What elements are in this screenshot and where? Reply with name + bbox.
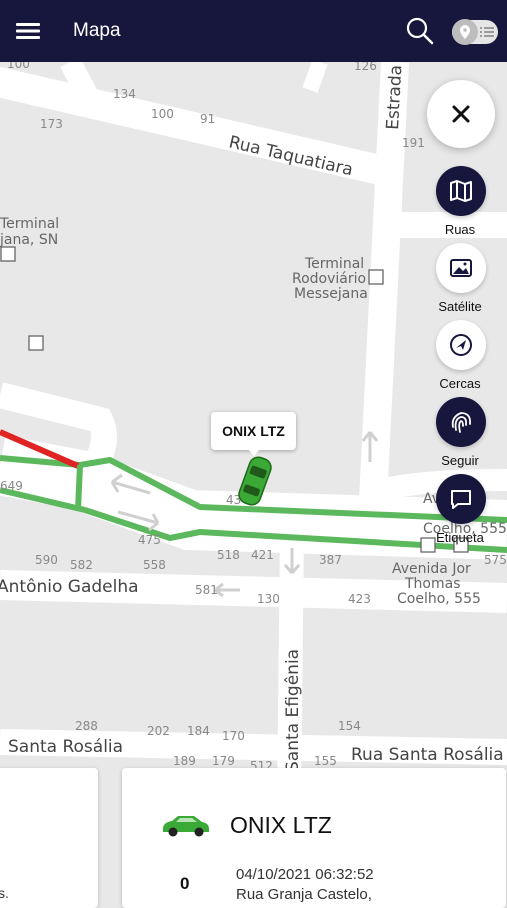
svg-text:126: 126 [354, 62, 377, 73]
image-icon [450, 259, 472, 277]
vehicle-address: Rua Granja Castelo, [236, 886, 372, 903]
callout-tip [248, 449, 260, 456]
svg-text:134: 134 [113, 87, 136, 101]
last-update-timestamp: 04/10/2021 06:32:52 [236, 866, 374, 883]
page-title: Mapa [73, 20, 121, 41]
svg-text:581: 581 [195, 583, 218, 597]
svg-text:173: 173 [40, 117, 63, 131]
street-label: Rua Santa Rosália [351, 745, 504, 765]
street-label: Antônio Gadelha [0, 577, 139, 597]
street-label: Santa Rosália [8, 737, 123, 757]
place-label: Avenida Jor [392, 561, 471, 577]
map-list-toggle[interactable] [452, 19, 498, 45]
place-label: Terminal [304, 256, 364, 272]
svg-text:421: 421 [251, 548, 274, 562]
search-icon[interactable] [404, 15, 436, 47]
svg-text:575: 575 [484, 553, 507, 567]
place-label: jana, SN [0, 232, 58, 248]
vehicle-card-previous[interactable]: s. [0, 768, 98, 908]
svg-text:155: 155 [314, 754, 337, 768]
close-button[interactable] [427, 80, 495, 148]
place-label: Thomas [404, 576, 461, 592]
svg-text:518: 518 [217, 548, 240, 562]
ruas-label: Ruas [444, 222, 476, 237]
cercas-label: Cercas [439, 376, 481, 391]
fingerprint-icon [451, 412, 471, 433]
svg-text:179: 179 [212, 754, 235, 768]
map-icon [450, 180, 472, 202]
streets-map-button[interactable] [436, 166, 486, 216]
svg-text:100: 100 [7, 62, 30, 71]
map-pin-icon [452, 19, 478, 45]
place-label: Rodoviário [292, 271, 366, 287]
etiqueta-label: Etiqueta [436, 530, 484, 545]
geofence-button[interactable] [436, 320, 486, 370]
label-button[interactable] [436, 474, 486, 524]
svg-text:91: 91 [200, 112, 215, 126]
svg-text:475: 475 [138, 533, 161, 547]
svg-text:202: 202 [147, 724, 170, 738]
svg-text:170: 170 [222, 729, 245, 743]
svg-text:184: 184 [187, 724, 210, 738]
svg-text:130: 130 [257, 592, 280, 606]
list-icon [480, 27, 494, 37]
svg-text:590: 590 [35, 553, 58, 567]
svg-text:387: 387 [319, 553, 342, 567]
car-icon [163, 816, 209, 837]
street-label: Estrada [383, 64, 406, 130]
navigation-icon [450, 334, 472, 356]
satelite-label: Satélite [438, 299, 482, 314]
svg-text:649: 649 [0, 479, 23, 493]
svg-text:423: 423 [348, 592, 371, 606]
svg-text:154: 154 [338, 719, 361, 733]
follow-button[interactable] [436, 397, 486, 447]
seguir-label: Seguir [441, 453, 479, 468]
street-label: Santa Efigênia [283, 649, 303, 772]
satellite-button[interactable] [436, 243, 486, 293]
vehicle-name: ONIX LTZ [230, 812, 332, 838]
vehicle-card[interactable]: ONIX LTZ 0 04/10/2021 06:32:52 Rua Granj… [122, 768, 506, 908]
svg-text:558: 558 [143, 558, 166, 572]
speed-value: 0 [180, 874, 190, 893]
chat-bubble-icon [451, 490, 471, 509]
place-label: Coelho, 555 [397, 591, 481, 607]
place-label: Terminal [0, 216, 59, 232]
svg-text:288: 288 [75, 719, 98, 733]
svg-text:100: 100 [151, 107, 174, 121]
card-text: s. [0, 885, 9, 901]
svg-text:191: 191 [402, 136, 425, 150]
top-app-bar: Mapa [0, 0, 507, 62]
vehicle-callout[interactable]: ONIX LTZ [211, 412, 296, 450]
hamburger-menu-icon[interactable] [14, 18, 42, 44]
svg-text:189: 189 [173, 754, 196, 768]
svg-text:582: 582 [70, 558, 93, 572]
place-label: Messejana [294, 286, 368, 302]
